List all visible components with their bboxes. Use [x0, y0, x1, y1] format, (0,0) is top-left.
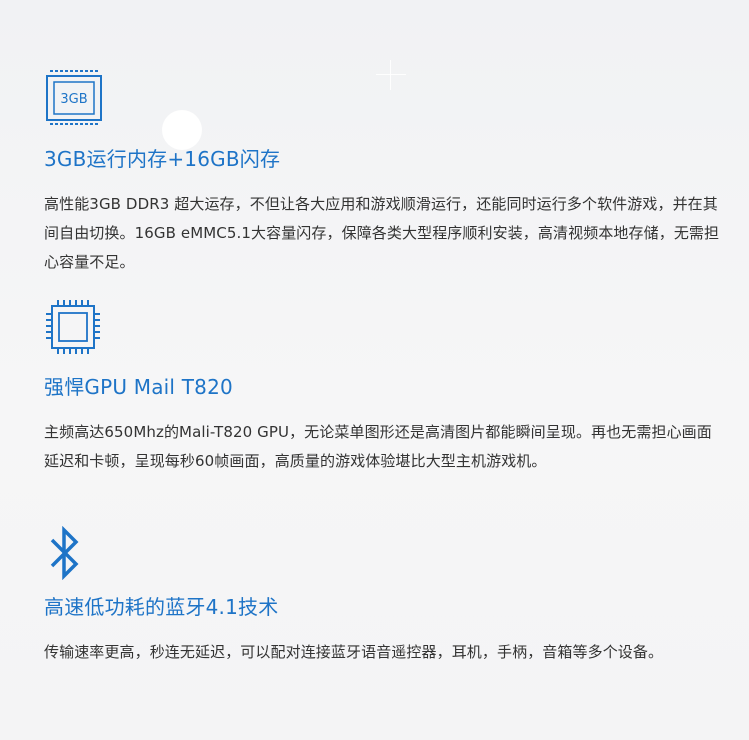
memory-feature-description: 高性能3GB DDR3 超大运存，不但让各大应用和游戏顺滑运行，还能同时运行多个…	[44, 195, 720, 271]
bluetooth-feature-section: 高速低功耗的蓝牙4.1技术 传输速率更高，秒连无延迟，可以配对连接蓝牙语音遥控器…	[44, 525, 725, 667]
gpu-feature-section: 强悍GPU Mail T820 主频高达650Mhz的Mali-T820 GPU…	[44, 298, 725, 476]
bluetooth-feature-description: 传输速率更高，秒连无延迟，可以配对连接蓝牙语音遥控器，耳机，手柄，音箱等多个设备…	[44, 643, 664, 661]
gpu-feature-description: 主频高达650Mhz的Mali-T820 GPU，无论菜单图形还是高清图片都能瞬…	[44, 423, 712, 470]
memory-chip-label: 3GB	[60, 92, 87, 107]
processor-chip-icon	[44, 298, 725, 354]
bluetooth-feature-title: 高速低功耗的蓝牙4.1技术	[44, 595, 279, 619]
memory-feature-section: 3GB 3GB运行内存+16GB闪存 高性能3GB DDR3 超大运存，不但让各…	[44, 68, 725, 277]
feature-page: 3GB 3GB运行内存+16GB闪存 高性能3GB DDR3 超大运存，不但让各…	[0, 0, 749, 740]
memory-chip-icon: 3GB	[44, 68, 725, 125]
bluetooth-icon	[44, 525, 725, 582]
memory-feature-title: 3GB运行内存+16GB闪存	[44, 147, 281, 171]
gpu-feature-title: 强悍GPU Mail T820	[44, 375, 233, 399]
